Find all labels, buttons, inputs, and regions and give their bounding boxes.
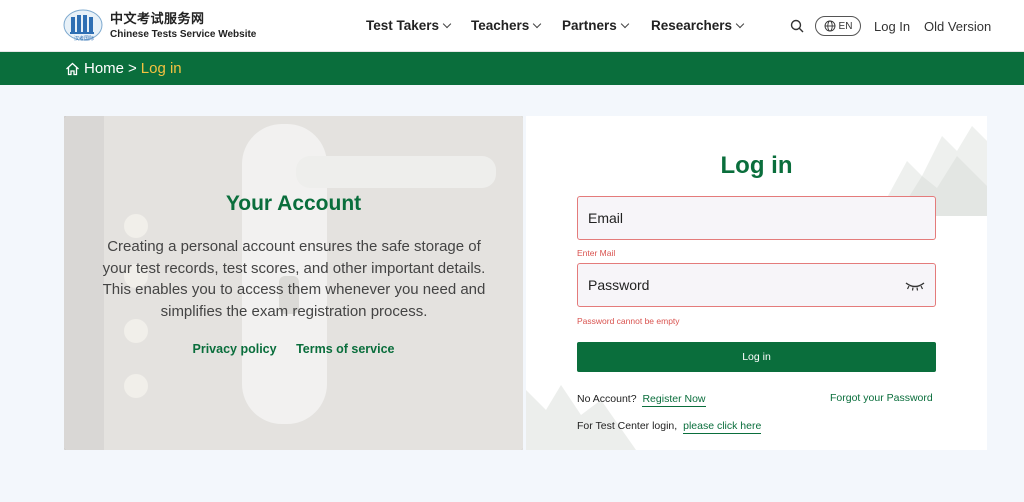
site-header: 汉考国际 中文考试服务网 Chinese Tests Service Websi… bbox=[0, 0, 1024, 52]
no-account-label: No Account? bbox=[577, 393, 637, 405]
nav-label: Teachers bbox=[471, 18, 530, 33]
email-error: Enter Mail bbox=[577, 248, 616, 258]
chevron-down-icon bbox=[735, 19, 745, 28]
globe-icon bbox=[824, 20, 835, 32]
logo-emblem-icon: 汉考国际 bbox=[62, 8, 104, 44]
register-row: No Account? Register Now bbox=[577, 393, 706, 407]
account-description: Creating a personal account ensures the … bbox=[102, 238, 486, 320]
chevron-down-icon bbox=[442, 19, 452, 28]
breadcrumb: Home > Log in bbox=[65, 60, 182, 77]
login-panel: Log in Email Enter Mail Password Passwor… bbox=[526, 116, 987, 450]
email-input[interactable]: Email bbox=[577, 196, 936, 240]
header-login-link[interactable]: Log In bbox=[874, 19, 910, 34]
nav-teachers[interactable]: Teachers bbox=[471, 18, 542, 33]
password-error: Password cannot be empty bbox=[577, 316, 680, 326]
login-button[interactable]: Log in bbox=[577, 342, 936, 372]
breadcrumb-separator: > bbox=[128, 60, 137, 77]
breadcrumb-bar: Home > Log in bbox=[0, 52, 1024, 85]
test-center-link[interactable]: please click here bbox=[683, 420, 762, 434]
language-code: EN bbox=[838, 20, 853, 32]
password-placeholder: Password bbox=[588, 277, 650, 293]
login-title: Log in bbox=[720, 152, 793, 179]
account-title: Your Account bbox=[225, 192, 362, 215]
site-logo[interactable]: 汉考国际 中文考试服务网 Chinese Tests Service Websi… bbox=[62, 8, 256, 44]
account-info-panel: Your Account Creating a personal account… bbox=[64, 116, 523, 450]
logo-english-name: Chinese Tests Service Website bbox=[110, 28, 257, 40]
register-link[interactable]: Register Now bbox=[642, 393, 706, 407]
nav-label: Test Takers bbox=[366, 18, 440, 33]
breadcrumb-current: Log in bbox=[140, 60, 182, 77]
logo-badge-text: 汉考国际 bbox=[74, 36, 95, 42]
terms-of-service-link[interactable]: Terms of service bbox=[296, 342, 394, 356]
nav-researchers[interactable]: Researchers bbox=[651, 18, 745, 33]
old-version-link[interactable]: Old Version bbox=[924, 19, 991, 34]
search-icon[interactable] bbox=[790, 19, 804, 33]
breadcrumb-home[interactable]: Home bbox=[84, 60, 124, 77]
chevron-down-icon bbox=[620, 19, 630, 28]
test-center-label: For Test Center login, bbox=[577, 420, 678, 432]
nav-test-takers[interactable]: Test Takers bbox=[366, 18, 452, 33]
forgot-password-link[interactable]: Forgot your Password bbox=[830, 392, 933, 404]
privacy-policy-link[interactable]: Privacy policy bbox=[193, 342, 277, 356]
eye-closed-icon[interactable] bbox=[905, 281, 925, 291]
logo-chinese-name: 中文考试服务网 bbox=[110, 11, 205, 27]
chevron-down-icon bbox=[533, 19, 542, 28]
nav-label: Researchers bbox=[651, 18, 733, 33]
language-switcher[interactable]: EN bbox=[815, 16, 861, 36]
home-icon bbox=[66, 62, 79, 75]
nav-partners[interactable]: Partners bbox=[562, 18, 630, 33]
test-center-row: For Test Center login, please click here bbox=[577, 420, 762, 434]
nav-label: Partners bbox=[562, 18, 617, 33]
password-input[interactable]: Password bbox=[577, 263, 936, 307]
email-placeholder: Email bbox=[588, 210, 624, 226]
mountain-decoration bbox=[526, 385, 636, 450]
